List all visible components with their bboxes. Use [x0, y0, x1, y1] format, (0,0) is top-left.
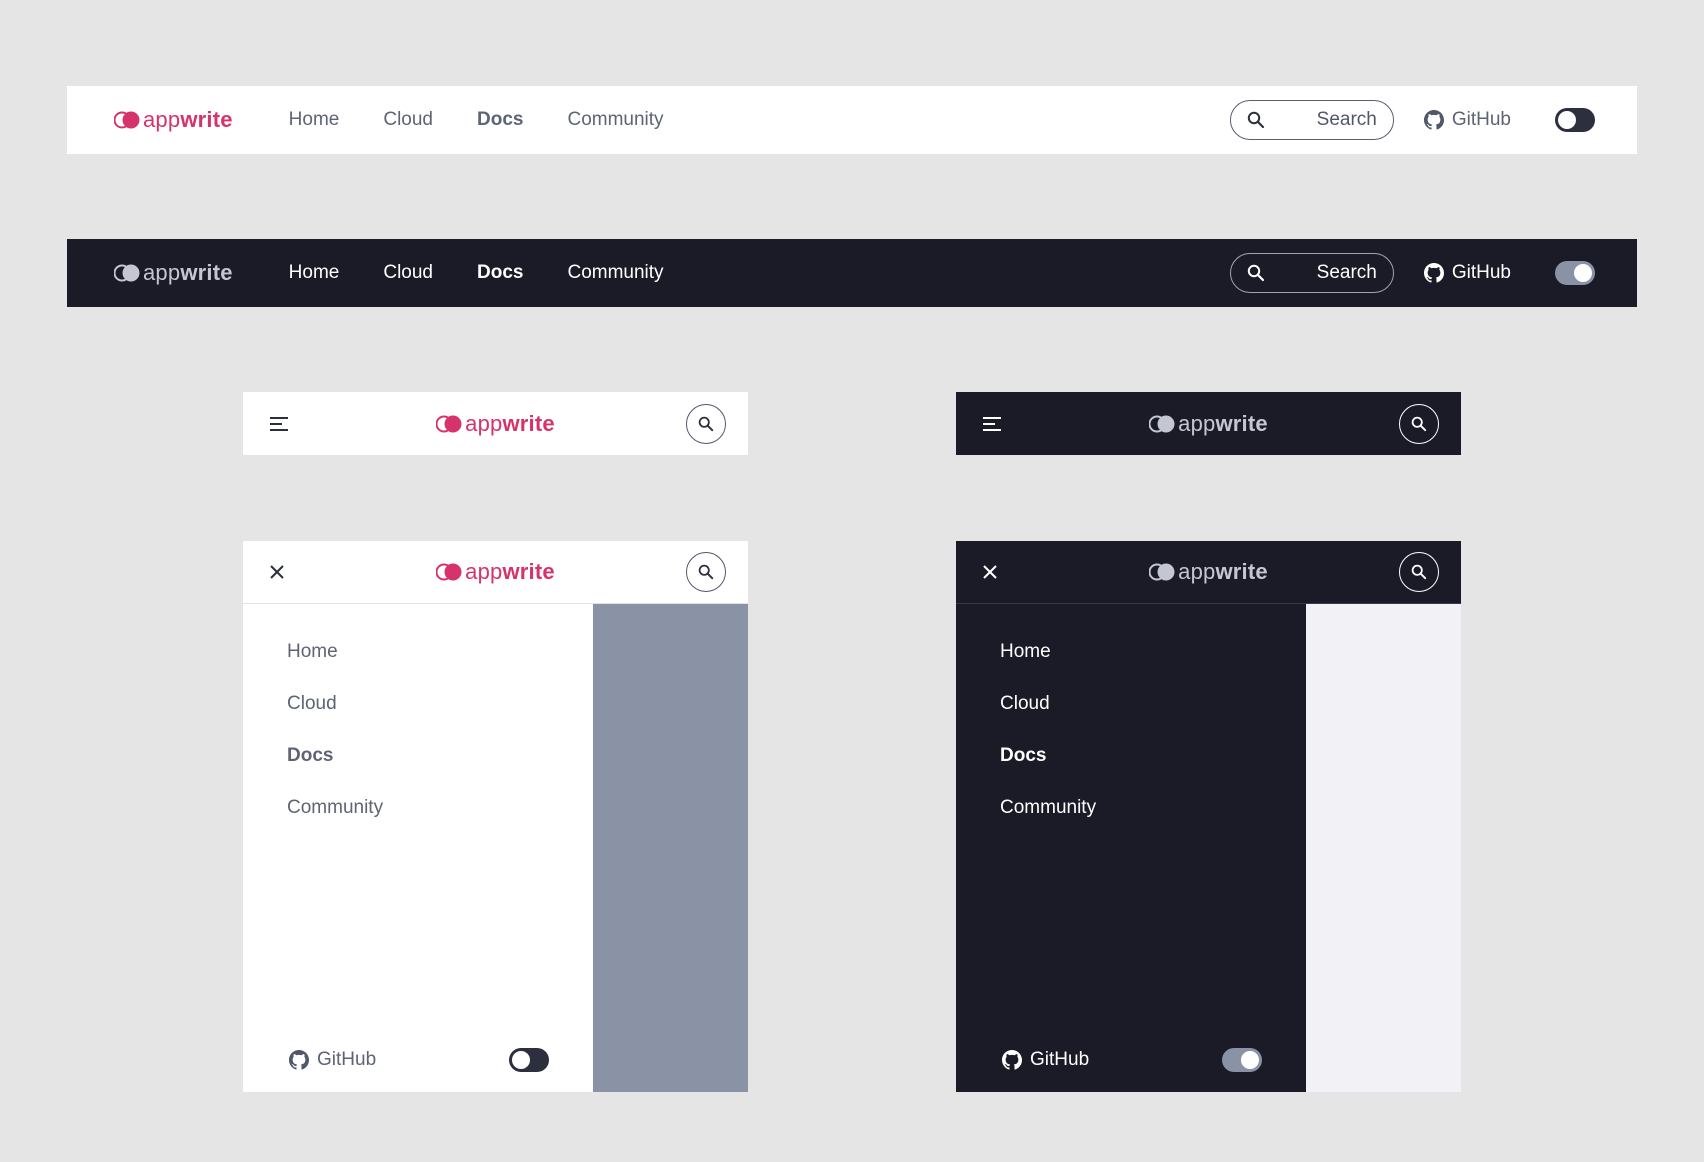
appwrite-logo[interactable]: app write [1149, 411, 1268, 437]
github-icon [1423, 110, 1452, 130]
nav-home[interactable]: Home [289, 109, 340, 131]
drawer-nav-docs[interactable]: Docs [287, 744, 383, 767]
github-link[interactable]: GitHub [1423, 262, 1511, 284]
drawer-menu: Home Cloud Docs Community GitHub [956, 604, 1306, 1092]
drawer-nav-cloud[interactable]: Cloud [287, 692, 383, 715]
search-label: Search [1316, 109, 1377, 130]
close-icon[interactable] [982, 564, 998, 580]
drawer-nav-cloud[interactable]: Cloud [1000, 692, 1096, 715]
drawer-nav: Home Cloud Docs Community [287, 640, 383, 848]
github-icon [1002, 1050, 1030, 1070]
search-icon [698, 416, 714, 432]
drawer-nav-docs[interactable]: Docs [1000, 744, 1096, 767]
toggle-knob [1558, 111, 1576, 129]
desktop-header-light: app write Home Cloud Docs Community Searc… [67, 86, 1637, 154]
logo-text-prefix: app [465, 410, 503, 436]
logo-text-prefix: app [1178, 410, 1216, 436]
search-button[interactable]: Search [1229, 100, 1394, 140]
search-button[interactable]: Search [1229, 253, 1394, 293]
github-link[interactable]: GitHub [289, 1049, 376, 1071]
header-actions: Search GitHub [1229, 253, 1595, 293]
github-label: GitHub [1451, 262, 1511, 283]
search-label: Search [1316, 262, 1377, 283]
main-nav: Home Cloud Docs Community [289, 262, 708, 284]
search-icon [1247, 111, 1265, 129]
search-icon [1411, 564, 1427, 580]
search-icon [1247, 264, 1265, 282]
main-nav: Home Cloud Docs Community [289, 109, 708, 131]
appwrite-logo-icon [114, 264, 140, 282]
drawer-nav: Home Cloud Docs Community [1000, 640, 1096, 848]
nav-docs[interactable]: Docs [477, 262, 523, 284]
hamburger-icon[interactable] [269, 416, 289, 432]
drawer-nav-home[interactable]: Home [287, 640, 383, 663]
search-button[interactable] [686, 403, 726, 444]
appwrite-logo-icon [436, 563, 462, 581]
nav-community[interactable]: Community [567, 262, 663, 284]
github-icon [1423, 263, 1452, 283]
header-actions: Search GitHub [1229, 100, 1595, 140]
drawer-nav-home[interactable]: Home [1000, 640, 1096, 663]
nav-home[interactable]: Home [289, 262, 340, 284]
appwrite-logo-icon [436, 415, 462, 432]
nav-community[interactable]: Community [567, 109, 663, 131]
theme-toggle[interactable] [1555, 261, 1595, 285]
logo-text-prefix: app [465, 559, 503, 584]
mobile-drawer-dark: Home Cloud Docs Community GitHub [956, 604, 1461, 1092]
logo-text-suffix: write [1215, 410, 1268, 436]
search-button[interactable] [686, 552, 726, 592]
search-button[interactable] [1399, 552, 1439, 592]
logo-text-prefix: app [143, 260, 181, 285]
search-icon [698, 564, 714, 580]
drawer-nav-community[interactable]: Community [1000, 796, 1096, 819]
logo-text-suffix: write [502, 559, 555, 584]
mobile-header-dark-open: app write [956, 541, 1461, 604]
logo-text-prefix: app [143, 107, 181, 132]
appwrite-logo[interactable]: app write [436, 411, 555, 437]
mobile-header-light-open: app write [243, 541, 748, 604]
search-icon [1411, 416, 1427, 432]
github-link[interactable]: GitHub [1002, 1049, 1089, 1071]
appwrite-logo[interactable]: app write [114, 107, 233, 133]
mobile-header-light: app write [243, 392, 748, 455]
drawer-menu: Home Cloud Docs Community GitHub [243, 604, 593, 1092]
nav-cloud[interactable]: Cloud [383, 109, 433, 131]
drawer-backdrop[interactable] [1306, 604, 1461, 1092]
logo-text-suffix: write [180, 260, 233, 285]
logo-text-suffix: write [1215, 559, 1268, 584]
desktop-header-dark: app write Home Cloud Docs Community Searc… [67, 239, 1637, 307]
mobile-header-dark: app write [956, 392, 1461, 455]
nav-cloud[interactable]: Cloud [383, 262, 433, 284]
toggle-knob [1574, 264, 1592, 282]
drawer-footer: GitHub [1002, 1048, 1262, 1072]
toggle-knob [1241, 1051, 1259, 1069]
github-label: GitHub [317, 1049, 377, 1070]
appwrite-logo[interactable]: app write [1149, 559, 1268, 585]
appwrite-logo-icon [114, 111, 140, 129]
mobile-drawer-light: Home Cloud Docs Community GitHub [243, 604, 748, 1092]
github-link[interactable]: GitHub [1423, 109, 1511, 131]
close-icon[interactable] [269, 564, 285, 580]
search-button[interactable] [1399, 403, 1439, 444]
github-label: GitHub [1030, 1049, 1090, 1070]
toggle-knob [512, 1051, 530, 1069]
github-icon [289, 1050, 317, 1070]
logo-text-suffix: write [180, 107, 233, 132]
hamburger-icon[interactable] [982, 416, 1002, 432]
drawer-backdrop[interactable] [593, 604, 748, 1092]
logo-text-suffix: write [502, 410, 555, 436]
appwrite-logo-icon [1149, 563, 1175, 581]
logo-text-prefix: app [1178, 559, 1216, 584]
theme-toggle[interactable] [1555, 108, 1595, 132]
appwrite-logo[interactable]: app write [436, 559, 555, 585]
theme-toggle[interactable] [509, 1048, 549, 1072]
drawer-nav-community[interactable]: Community [287, 796, 383, 819]
theme-toggle[interactable] [1222, 1048, 1262, 1072]
github-label: GitHub [1451, 109, 1511, 130]
appwrite-logo-icon [1149, 415, 1175, 432]
nav-docs[interactable]: Docs [477, 109, 523, 131]
appwrite-logo[interactable]: app write [114, 260, 233, 286]
drawer-footer: GitHub [289, 1048, 549, 1072]
